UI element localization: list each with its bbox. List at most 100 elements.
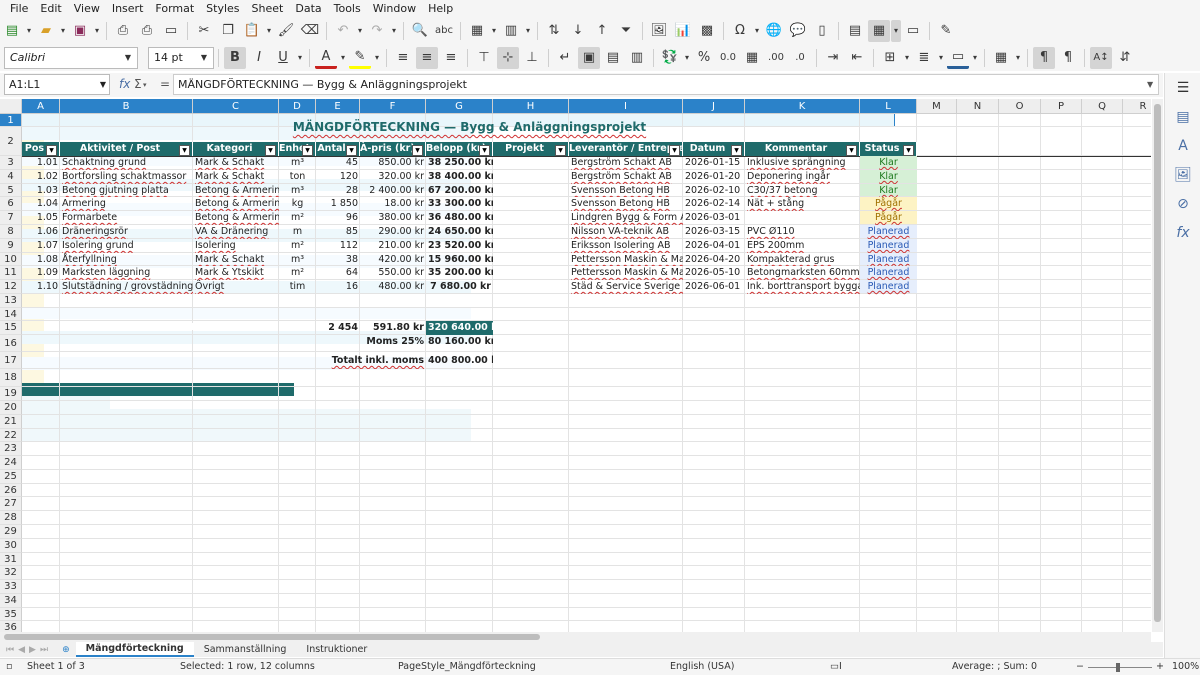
row-header[interactable]: 25 (0, 470, 22, 484)
cell-h12[interactable] (493, 280, 569, 294)
autofilter-button[interactable]: ▼ (555, 145, 566, 156)
spelling-icon[interactable]: abc (433, 20, 455, 42)
autofilter-button[interactable]: ▼ (265, 145, 276, 156)
column-header-j[interactable]: J (683, 99, 745, 114)
cell-j8[interactable]: 2026-03-15 (683, 225, 745, 239)
autofilter-button[interactable]: ▼ (479, 145, 490, 156)
styles-icon[interactable]: A (1165, 131, 1200, 160)
cell-j5[interactable]: 2026-02-10 (683, 184, 745, 197)
sort-ascending-icon[interactable]: ↓ (567, 20, 589, 42)
cell-g10[interactable]: 15 960.00 kr (426, 253, 493, 266)
cell-k4[interactable]: Deponering ingår (745, 170, 860, 184)
column-header-r[interactable]: R (1123, 99, 1151, 114)
column-icon[interactable]: ▥ (500, 20, 522, 42)
special-character-icon[interactable]: Ω (729, 20, 751, 42)
column-header-c[interactable]: C (193, 99, 279, 114)
spreadsheet-grid[interactable]: ABCDEFGHIJKLMNOPQR 1 2 3 4 5 6 7 8 9 10 11 12 13 14 15… (0, 99, 1151, 632)
open-dropdown-icon[interactable]: ▾ (58, 20, 68, 42)
cell-i7[interactable]: Lindgren Bygg & Form AB (569, 211, 683, 225)
cell-f10[interactable]: 420.00 kr (360, 253, 426, 266)
status-badge[interactable]: Planerad (860, 225, 917, 238)
zoom-in-icon[interactable]: + (1156, 661, 1164, 672)
italic-icon[interactable]: I (248, 47, 270, 69)
cell-c10[interactable]: Mark & Schakt (193, 253, 279, 266)
border-color-dropdown-icon[interactable]: ▾ (970, 47, 980, 69)
cell-f5[interactable]: 2 400.00 kr (360, 184, 426, 197)
cell-j6[interactable]: 2026-02-14 (683, 197, 745, 211)
align-top-icon[interactable]: ⊤ (473, 47, 495, 69)
cell-a10[interactable]: 1.08 (22, 253, 60, 266)
cell-b10[interactable]: Återfyllning (60, 253, 193, 266)
row-header[interactable]: 8 (0, 225, 22, 239)
cell-f8[interactable]: 290.00 kr (360, 225, 426, 239)
comment-icon[interactable]: 💬 (787, 20, 809, 42)
gallery-icon[interactable]: 🖼 (1165, 160, 1200, 189)
status-badge[interactable]: Planerad (860, 253, 917, 265)
cell-k12[interactable]: Ink. borttransport byggavfall (745, 280, 860, 294)
cell-d8[interactable]: m (279, 225, 316, 239)
row-header[interactable]: 17 (0, 352, 22, 369)
column-header-o[interactable]: O (999, 99, 1041, 114)
row-header[interactable]: 13 (0, 294, 22, 308)
cell-h6[interactable] (493, 197, 569, 211)
cell-e9[interactable]: 112 (316, 239, 360, 253)
status-badge[interactable]: Klar (860, 170, 917, 183)
next-sheet-icon[interactable]: ▶ (29, 645, 36, 655)
cell-f6[interactable]: 18.00 kr (360, 197, 426, 211)
autofilter-button[interactable]: ▼ (903, 145, 914, 156)
page-style[interactable]: PageStyle_Mängdförteckning (398, 661, 536, 672)
cell-h9[interactable] (493, 239, 569, 253)
column-title-6[interactable]: À-pris (kr) ▼ (360, 142, 426, 156)
row-header[interactable]: 16 (0, 335, 22, 352)
merge-cells-icon[interactable]: ▤ (602, 47, 624, 69)
insert-chart-icon[interactable]: 📊 (672, 20, 694, 42)
cell-h8[interactable] (493, 225, 569, 239)
cell-c5[interactable]: Betong & Armering (193, 184, 279, 197)
zoom-slider[interactable] (1088, 667, 1152, 668)
cell-i6[interactable]: Svensson Betong HB (569, 197, 683, 211)
border-color-icon[interactable]: ▭ (947, 47, 969, 69)
decrease-indent-icon[interactable]: ⇤ (846, 47, 868, 69)
cell-c12[interactable]: Övrigt (193, 280, 279, 294)
percent-format-icon[interactable]: % (693, 47, 715, 69)
cell-c9[interactable]: Isolering (193, 239, 279, 253)
cell-f11[interactable]: 550.00 kr (360, 266, 426, 280)
add-sheet-icon[interactable]: ⊕ (62, 645, 70, 655)
font-color-icon[interactable]: A (315, 47, 337, 69)
row-header[interactable]: 5 (0, 184, 22, 197)
cell-c6[interactable]: Betong & Armering (193, 197, 279, 211)
autofilter-button[interactable]: ▼ (412, 145, 423, 156)
status-badge[interactable]: Klar (860, 156, 917, 169)
cell-i10[interactable]: Pettersson Maskin & Mark (569, 253, 683, 266)
wrap-text-icon[interactable]: ↵ (554, 47, 576, 69)
border-style-dropdown-icon[interactable]: ▾ (936, 47, 946, 69)
align-right-icon[interactable]: ≡ (440, 47, 462, 69)
borders-dropdown-icon[interactable]: ▾ (902, 47, 912, 69)
column-title-8[interactable]: Projekt ▼ (493, 142, 569, 156)
cell-j7[interactable]: 2026-03-01 (683, 211, 745, 225)
hyperlink-icon[interactable]: 🌐 (763, 20, 785, 42)
menu-help[interactable]: Help (422, 2, 459, 15)
border-style-icon[interactable]: ≣ (913, 47, 935, 69)
align-left-icon[interactable]: ≡ (392, 47, 414, 69)
column-title-4[interactable]: Enhet ▼ (279, 142, 316, 156)
summary-apris[interactable]: 591.80 kr (360, 321, 426, 335)
cell-g4[interactable]: 38 400.00 kr (426, 170, 493, 184)
align-center-icon[interactable]: ≡ (416, 46, 438, 69)
select-all-corner[interactable] (0, 99, 22, 114)
autofilter-button[interactable]: ▼ (46, 145, 57, 156)
navigator-icon[interactable]: ⊘ (1165, 189, 1200, 218)
status-badge[interactable]: Pågår (860, 197, 917, 210)
status-badge[interactable]: Planerad (860, 239, 917, 252)
first-sheet-icon[interactable]: ⏮ (6, 645, 14, 655)
expand-formula-icon[interactable]: ▼ (1147, 80, 1153, 89)
column-title-5[interactable]: Antal ▼ (316, 142, 360, 156)
row-header[interactable]: 28 (0, 511, 22, 525)
row-header[interactable]: 11 (0, 266, 22, 280)
increase-indent-icon[interactable]: ⇥ (822, 47, 844, 69)
summary-belopp[interactable]: 320 640.00 kr (426, 321, 493, 335)
cell-h5[interactable] (493, 184, 569, 197)
cell-k10[interactable]: Kompakterad grus (745, 253, 860, 266)
cell-e3[interactable]: 45 (316, 156, 360, 170)
cell-b7[interactable]: Formarbete (60, 211, 193, 225)
